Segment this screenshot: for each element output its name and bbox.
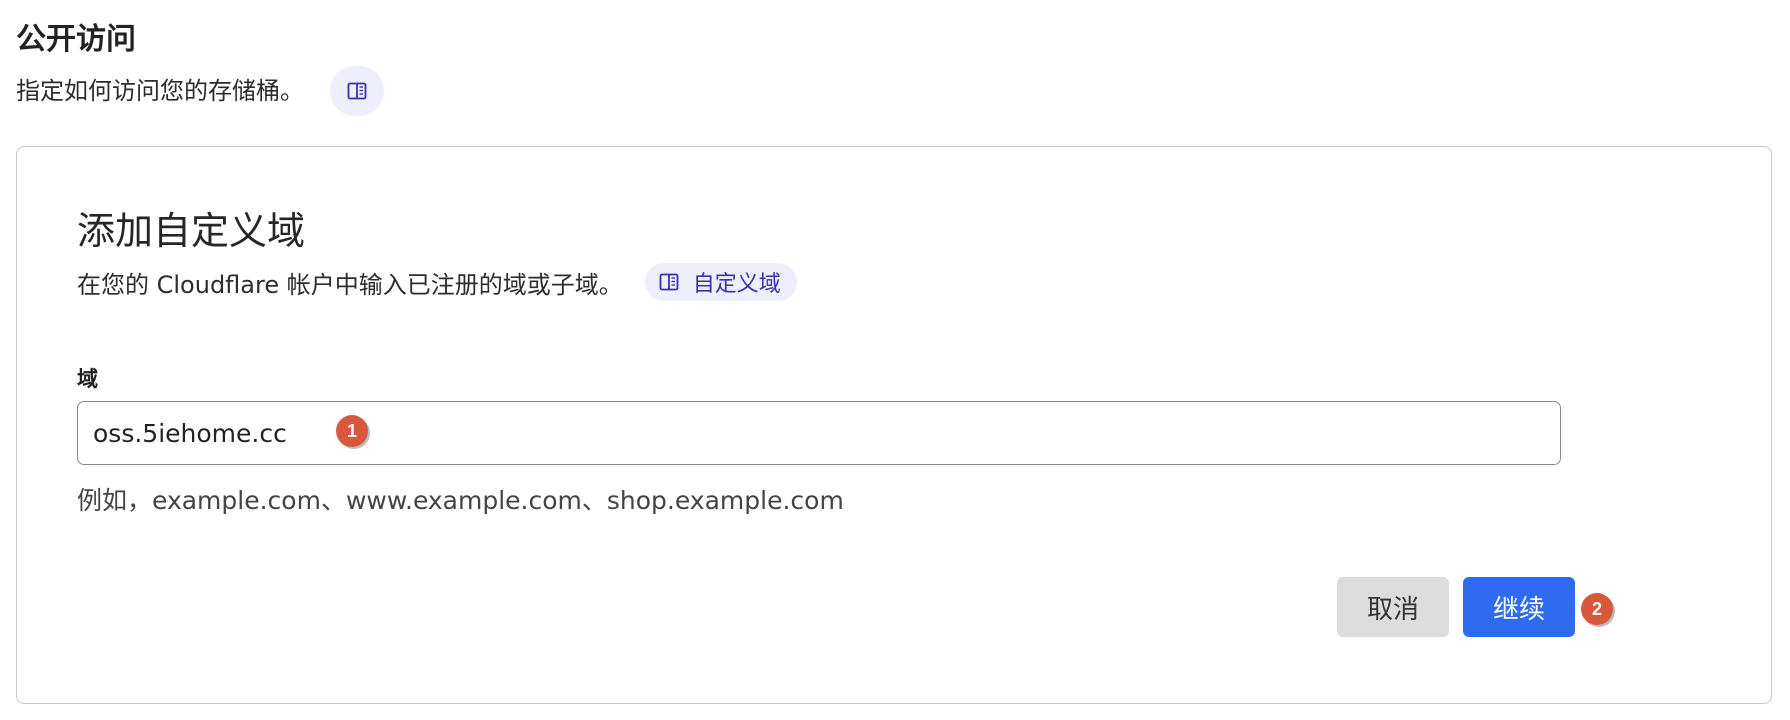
domain-hint: 例如，example.com、www.example.com、shop.exam… [77, 486, 844, 515]
book-icon [347, 82, 367, 100]
section-description: 指定如何访问您的存储桶。 [16, 77, 304, 105]
domain-input-wrapper [77, 401, 1561, 465]
docs-link-label: 自定义域 [692, 272, 781, 297]
domain-field-label: 域 [77, 367, 98, 391]
docs-link-button[interactable] [330, 66, 384, 116]
step-marker-2: 2 [1581, 593, 1613, 625]
section-description-row: 指定如何访问您的存储桶。 [16, 66, 384, 116]
card-description: 在您的 Cloudflare 帐户中输入已注册的域或子域。 [77, 270, 623, 299]
custom-domain-card: 添加自定义域 在您的 Cloudflare 帐户中输入已注册的域或子域。 自定义… [16, 146, 1772, 704]
continue-button[interactable]: 继续 [1463, 577, 1575, 637]
cancel-button[interactable]: 取消 [1337, 577, 1449, 637]
card-description-row: 在您的 Cloudflare 帐户中输入已注册的域或子域。 自定义域 [77, 263, 797, 301]
step-marker-1: 1 [336, 415, 368, 447]
domain-input[interactable] [93, 418, 1533, 448]
section-title: 公开访问 [16, 22, 136, 57]
custom-domain-docs-link[interactable]: 自定义域 [644, 263, 797, 301]
book-icon [659, 273, 679, 291]
card-title: 添加自定义域 [77, 209, 306, 253]
